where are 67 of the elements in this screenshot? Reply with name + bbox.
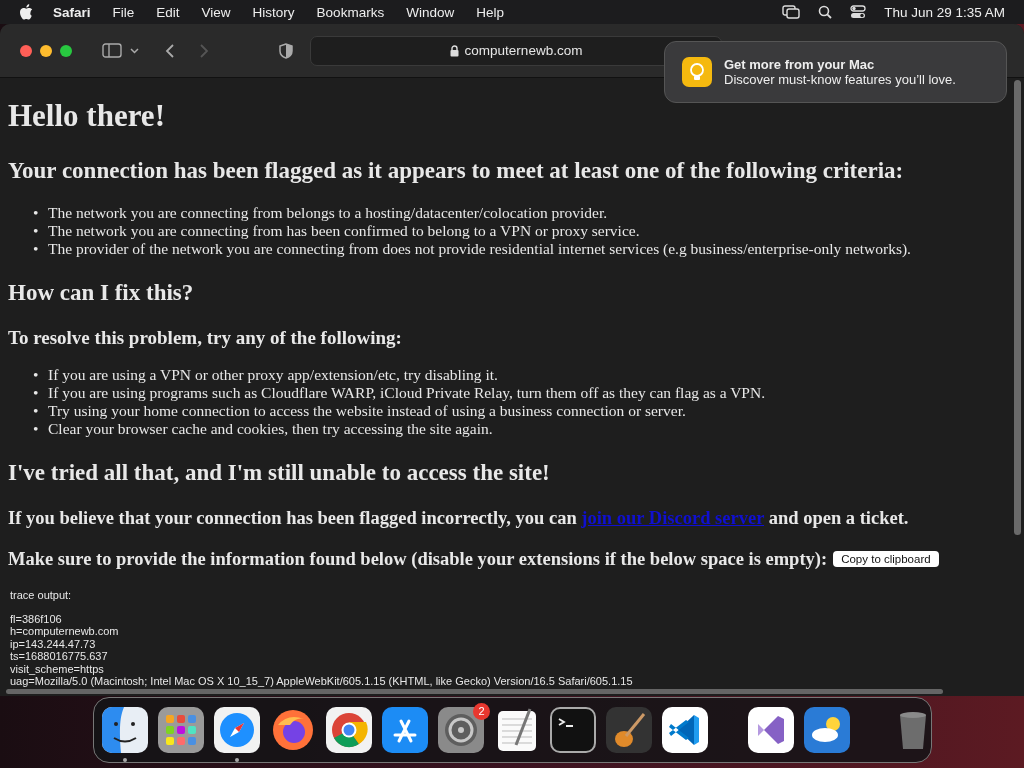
menu-item[interactable]: Window	[406, 4, 455, 20]
list-item: Try using your home connection to access the website instead of using a business connection or server.	[48, 402, 686, 420]
list-item: The provider of the network you are connecting from does not provide residential internet services (e.g business/enterprise-only networks).	[48, 240, 911, 258]
notification-text: Discover must-know features you’ll love.	[724, 72, 956, 87]
bullet: •	[33, 240, 40, 258]
menu-item[interactable]: Safari	[53, 4, 91, 20]
bullet: •	[33, 420, 40, 438]
trace-line: uag=Mozilla/5.0 (Macintosh; Intel Mac OS X 10_15_7) AppleWebKit/605.1.15 (KHTML, like Gecko) Version/16.5 Safari/605.1.15	[10, 675, 633, 688]
trace-line: h=computernewb.com	[10, 625, 120, 638]
code-editor-icon[interactable]	[662, 707, 708, 753]
trace-title: trace output:	[10, 589, 73, 602]
bullet: •	[33, 222, 40, 240]
list-item: Clear your browser cache and cookies, then try accessing the site again.	[48, 420, 493, 438]
subheading: To resolve this problem, try any of the following:	[8, 326, 402, 350]
menu-item[interactable]: Bookmarks	[316, 4, 385, 20]
list-item: The network you are connecting from has been confirmed to belong to a VPN or proxy service.	[48, 222, 640, 240]
fox-icon[interactable]	[270, 707, 316, 753]
menu-item[interactable]: View	[201, 4, 231, 20]
menu-item[interactable]: Help	[476, 4, 504, 20]
close-button[interactable]	[20, 44, 32, 57]
app-store-icon[interactable]	[382, 707, 428, 753]
visual-studio-icon[interactable]	[748, 707, 794, 753]
toggles-icon[interactable]	[850, 5, 867, 19]
notification-title: Get more from your Mac	[724, 57, 876, 72]
lock-icon	[449, 44, 459, 57]
bullet: •	[33, 366, 40, 384]
trace-line: ip=143.244.47.73	[10, 637, 97, 650]
list-item: The network you are connecting from belongs to a hosting/datacenter/colocation provider.	[48, 204, 608, 222]
list-item: If you are using programs such as Cloudflare WARP, iCloud Private Relay, turn them off as they can flag as a VPN.	[48, 384, 766, 402]
zoom-button[interactable]	[60, 44, 72, 57]
finder-icon[interactable]	[102, 707, 148, 753]
menu-item[interactable]: History	[252, 4, 295, 20]
clock[interactable]: Thu Jun 29 1:35 AM	[884, 4, 1005, 20]
paragraph: Make sure to provide the information found below (disable your extensions if the below space is empty):	[8, 548, 828, 571]
bullet: •	[33, 384, 40, 402]
bullet: •	[33, 204, 40, 222]
notification[interactable]: Get more from your Mac Discover must-know features you’ll love.	[664, 41, 1007, 103]
section-heading: How can I fix this?	[8, 279, 194, 307]
shield-icon[interactable]	[279, 42, 293, 59]
back-icon[interactable]	[165, 43, 174, 58]
chrome-icon[interactable]	[326, 707, 372, 753]
menu-item[interactable]: Edit	[156, 4, 180, 20]
menu-item[interactable]: File	[112, 4, 135, 20]
scrollbar[interactable]	[1014, 80, 1021, 535]
trace-line: ts=1688016775.637	[10, 650, 109, 663]
list-item: If you are using a VPN or other proxy app/extension/etc, try disabling it.	[48, 366, 498, 384]
copy-button[interactable]: Copy to clipboard	[833, 551, 939, 567]
cloud-sun-icon[interactable]	[804, 707, 850, 753]
chevron-down-icon[interactable]	[130, 47, 139, 54]
page-heading: Hello there!	[8, 98, 165, 134]
compass-icon[interactable]	[214, 707, 260, 753]
bullet: •	[33, 402, 40, 420]
trace-line: fl=386f106	[10, 612, 63, 625]
search-icon[interactable]	[818, 5, 833, 19]
section-heading: I've tried all that, and I'm still unable to access the site!	[8, 459, 550, 487]
section-heading: Your connection has been flagged as it appears to meet at least one of the following criteria:	[8, 157, 904, 185]
scrollbar[interactable]	[6, 689, 943, 694]
terminal-icon[interactable]	[550, 707, 596, 753]
notification-badge: 2	[473, 703, 490, 720]
minimize-button[interactable]	[40, 44, 52, 57]
lightbulb-icon	[682, 57, 712, 87]
apple-icon[interactable]	[19, 4, 33, 20]
sidebar-icon[interactable]	[102, 43, 122, 58]
windows-icon[interactable]	[782, 5, 801, 19]
app-grid-icon[interactable]	[158, 707, 204, 753]
trace-line: visit_scheme=https	[10, 662, 105, 675]
paragraph: If you believe that your connection has been flagged incorrectly, you can join our Discord server and open a ticket.	[8, 507, 909, 530]
